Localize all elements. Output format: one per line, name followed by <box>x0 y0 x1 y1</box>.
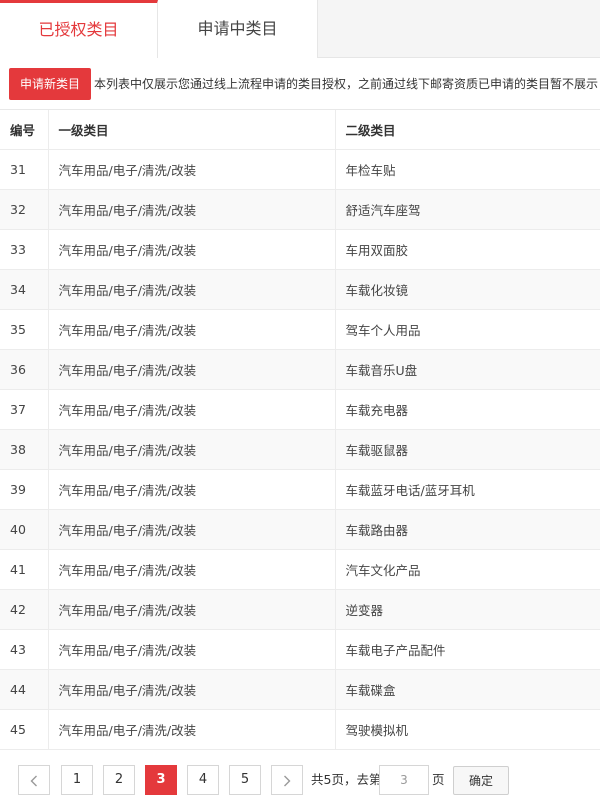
cell-level1: 汽车用品/电子/清洗/改装 <box>48 149 336 190</box>
cell-level2: 车载化妆镜 <box>335 269 600 310</box>
cell-level1: 汽车用品/电子/清洗/改装 <box>48 229 336 270</box>
cell-level2: 车载路由器 <box>335 509 600 550</box>
cell-level2: 汽车文化产品 <box>335 549 600 590</box>
cell-level2: 舒适汽车座驾 <box>335 189 600 230</box>
cell-level1: 汽车用品/电子/清洗/改装 <box>48 509 336 550</box>
header-level1: 一级类目 <box>48 110 336 150</box>
cell-id: 33 <box>0 229 49 270</box>
page-button-3-current[interactable]: 3 <box>145 765 177 795</box>
tab-pending-categories[interactable]: 申请中类目 <box>158 0 318 58</box>
cell-id: 39 <box>0 469 49 510</box>
cell-level1: 汽车用品/电子/清洗/改装 <box>48 309 336 350</box>
cell-level1: 汽车用品/电子/清洗/改装 <box>48 669 336 710</box>
cell-level1: 汽车用品/电子/清洗/改装 <box>48 629 336 670</box>
table-row: 33 汽车用品/电子/清洗/改装 车用双面胶 <box>0 229 600 270</box>
page-button-5[interactable]: 5 <box>229 765 261 795</box>
cell-id: 38 <box>0 429 49 470</box>
cell-level2: 车载碟盒 <box>335 669 600 710</box>
cell-id: 45 <box>0 709 49 750</box>
table-row: 37 汽车用品/电子/清洗/改装 车载充电器 <box>0 389 600 430</box>
table-row: 44 汽车用品/电子/清洗/改装 车载碟盒 <box>0 669 600 710</box>
cell-level2: 年检车贴 <box>335 149 600 190</box>
cell-level2: 逆变器 <box>335 589 600 630</box>
cell-level2: 驾驶模拟机 <box>335 709 600 750</box>
confirm-goto-button[interactable]: 确定 <box>453 766 509 795</box>
prev-page-button[interactable] <box>18 765 50 795</box>
table-row: 35 汽车用品/电子/清洗/改装 驾车个人用品 <box>0 309 600 350</box>
cell-level2: 车载驱鼠器 <box>335 429 600 470</box>
cell-level2: 车载电子产品配件 <box>335 629 600 670</box>
table-row: 43 汽车用品/电子/清洗/改装 车载电子产品配件 <box>0 629 600 670</box>
category-table: 编号 一级类目 二级类目 31 汽车用品/电子/清洗/改装 年检车贴 32 汽车用品/电… <box>0 110 600 750</box>
cell-level2: 车载充电器 <box>335 389 600 430</box>
cell-id: 31 <box>0 149 49 190</box>
cell-level1: 汽车用品/电子/清洗/改装 <box>48 389 336 430</box>
cell-level1: 汽车用品/电子/清洗/改装 <box>48 269 336 310</box>
page-button-4[interactable]: 4 <box>187 765 219 795</box>
table-row: 42 汽车用品/电子/清洗/改装 逆变器 <box>0 589 600 630</box>
page-suffix-text: 页 <box>432 772 445 787</box>
cell-level2: 车载蓝牙电话/蓝牙耳机 <box>335 469 600 510</box>
page-button-1[interactable]: 1 <box>61 765 93 795</box>
table-row: 34 汽车用品/电子/清洗/改装 车载化妆镜 <box>0 269 600 310</box>
tab-authorized-categories[interactable]: 已授权类目 <box>0 0 158 58</box>
cell-level1: 汽车用品/电子/清洗/改装 <box>48 349 336 390</box>
cell-id: 37 <box>0 389 49 430</box>
apply-new-category-button[interactable]: 申请新类目 <box>9 68 91 100</box>
table-row: 32 汽车用品/电子/清洗/改装 舒适汽车座驾 <box>0 189 600 230</box>
goto-page-input[interactable] <box>379 765 429 795</box>
next-page-button[interactable] <box>271 765 303 795</box>
cell-level1: 汽车用品/电子/清洗/改装 <box>48 189 336 230</box>
chevron-right-icon <box>284 775 291 787</box>
page-button-2[interactable]: 2 <box>103 765 135 795</box>
cell-id: 44 <box>0 669 49 710</box>
cell-id: 41 <box>0 549 49 590</box>
cell-level2: 车载音乐U盘 <box>335 349 600 390</box>
cell-level1: 汽车用品/电子/清洗/改装 <box>48 709 336 750</box>
header-level2: 二级类目 <box>335 110 600 150</box>
cell-id: 32 <box>0 189 49 230</box>
table-header-row: 编号 一级类目 二级类目 <box>0 110 600 150</box>
table-row: 41 汽车用品/电子/清洗/改装 汽车文化产品 <box>0 549 600 590</box>
cell-id: 36 <box>0 349 49 390</box>
table-row: 39 汽车用品/电子/清洗/改装 车载蓝牙电话/蓝牙耳机 <box>0 469 600 510</box>
pagination: 1 2 3 4 5 共5页，去第 页 确定 <box>0 750 600 808</box>
table-row: 40 汽车用品/电子/清洗/改装 车载路由器 <box>0 509 600 550</box>
table-row: 45 汽车用品/电子/清洗/改装 驾驶模拟机 <box>0 709 600 750</box>
cell-level1: 汽车用品/电子/清洗/改装 <box>48 429 336 470</box>
total-pages-text: 共5页，去第 <box>311 772 382 787</box>
table-row: 38 汽车用品/电子/清洗/改装 车载驱鼠器 <box>0 429 600 470</box>
cell-id: 43 <box>0 629 49 670</box>
cell-level1: 汽车用品/电子/清洗/改装 <box>48 549 336 590</box>
cell-level1: 汽车用品/电子/清洗/改装 <box>48 589 336 630</box>
cell-level2: 车用双面胶 <box>335 229 600 270</box>
table-row: 36 汽车用品/电子/清洗/改装 车载音乐U盘 <box>0 349 600 390</box>
chevron-left-icon <box>30 775 37 787</box>
table-body: 31 汽车用品/电子/清洗/改装 年检车贴 32 汽车用品/电子/清洗/改装 舒适汽车座驾… <box>0 149 600 750</box>
tab-bar: 已授权类目 申请中类目 <box>0 0 600 58</box>
cell-level1: 汽车用品/电子/清洗/改装 <box>48 469 336 510</box>
cell-id: 42 <box>0 589 49 630</box>
cell-id: 35 <box>0 309 49 350</box>
header-id: 编号 <box>0 110 49 150</box>
cell-id: 34 <box>0 269 49 310</box>
cell-id: 40 <box>0 509 49 550</box>
notice-text: 本列表中仅展示您通过线上流程申请的类目授权，之前通过线下邮寄资质已申请的类目暂不… <box>94 77 599 91</box>
cell-level2: 驾车个人用品 <box>335 309 600 350</box>
notice-bar: 申请新类目 本列表中仅展示您通过线上流程申请的类目授权，之前通过线下邮寄资质已申… <box>0 58 600 110</box>
table-row: 31 汽车用品/电子/清洗/改装 年检车贴 <box>0 149 600 190</box>
